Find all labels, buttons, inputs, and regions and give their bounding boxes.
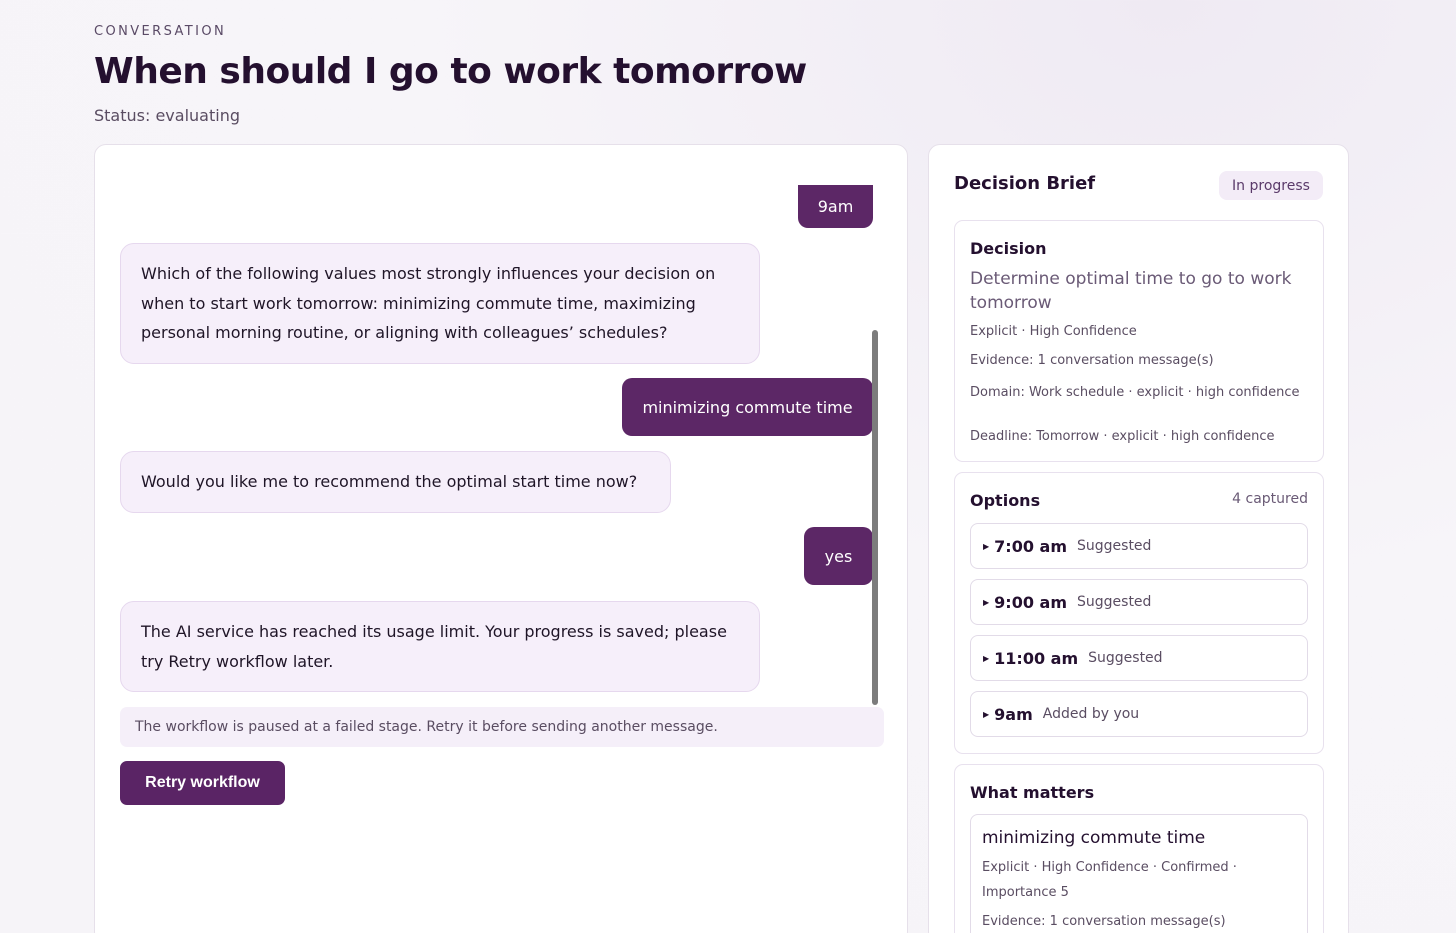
option-tag: Suggested	[1077, 594, 1152, 610]
option-item[interactable]: ▶ 9:00 am Suggested	[970, 579, 1308, 625]
options-heading: Options	[970, 491, 1041, 510]
user-message: minimizing commute time	[622, 378, 873, 436]
workflow-paused-notice: The workflow is paused at a failed stage…	[120, 707, 884, 747]
options-count: 4 captured	[1232, 491, 1308, 507]
option-tag: Suggested	[1088, 650, 1163, 666]
expand-triangle-icon: ▶	[983, 541, 990, 551]
decision-brief-panel: Decision Brief In progress Decision Dete…	[928, 144, 1349, 933]
option-item[interactable]: ▶ 9am Added by you	[970, 691, 1308, 737]
status-text: Status: evaluating	[94, 106, 240, 125]
what-matters-heading: What matters	[970, 783, 1095, 802]
option-time: 7:00 am	[994, 536, 1067, 556]
expand-triangle-icon: ▶	[983, 653, 990, 663]
decision-evidence: Evidence: 1 conversation message(s)	[970, 353, 1214, 368]
expand-triangle-icon: ▶	[983, 597, 990, 607]
retry-workflow-button[interactable]: Retry workflow	[120, 761, 285, 805]
decision-heading: Decision	[970, 239, 1047, 258]
what-matters-section: What matters minimizing commute time Exp…	[954, 764, 1324, 933]
expand-triangle-icon: ▶	[983, 709, 990, 719]
options-section: Options 4 captured ▶ 7:00 am Suggested ▶…	[954, 472, 1324, 754]
user-message: 9am	[798, 185, 873, 228]
chat-scrollbar[interactable]	[872, 330, 878, 705]
option-tag: Added by you	[1042, 706, 1140, 722]
option-tag: Suggested	[1077, 538, 1152, 554]
message-list[interactable]: 9am Which of the following values most s…	[95, 185, 885, 705]
decision-deadline: Deadline: Tomorrow · explicit · high con…	[970, 429, 1275, 444]
matter-evidence: Evidence: 1 conversation message(s)	[982, 914, 1226, 929]
option-time: 9:00 am	[994, 592, 1067, 612]
decision-text: Determine optimal time to go to work tom…	[970, 269, 1292, 313]
option-item[interactable]: ▶ 7:00 am Suggested	[970, 523, 1308, 569]
status-badge: In progress	[1219, 171, 1323, 200]
decision-domain: Domain: Work schedule · explicit · high …	[970, 385, 1300, 400]
brief-title: Decision Brief	[954, 173, 1096, 194]
matter-title: minimizing commute time	[982, 828, 1206, 848]
assistant-message: Would you like me to recommend the optim…	[120, 451, 671, 513]
decision-meta: Explicit · High Confidence	[970, 324, 1137, 339]
section-eyebrow: CONVERSATION	[94, 24, 227, 39]
assistant-message: The AI service has reached its usage lim…	[120, 601, 760, 692]
conversation-panel: 9am Which of the following values most s…	[94, 144, 908, 933]
option-time: 9am	[994, 704, 1033, 724]
page-header: CONVERSATION When should I go to work to…	[94, 24, 807, 125]
decision-section: Decision Determine optimal time to go to…	[954, 220, 1324, 462]
page-title: When should I go to work tomorrow	[94, 51, 807, 92]
matter-item[interactable]: minimizing commute time Explicit · High …	[970, 814, 1308, 933]
matter-meta: Explicit · High Confidence · Confirmed ·…	[982, 860, 1237, 900]
assistant-message: Which of the following values most stron…	[120, 243, 760, 364]
option-time: 11:00 am	[994, 648, 1079, 668]
option-item[interactable]: ▶ 11:00 am Suggested	[970, 635, 1308, 681]
user-message: yes	[804, 527, 873, 585]
